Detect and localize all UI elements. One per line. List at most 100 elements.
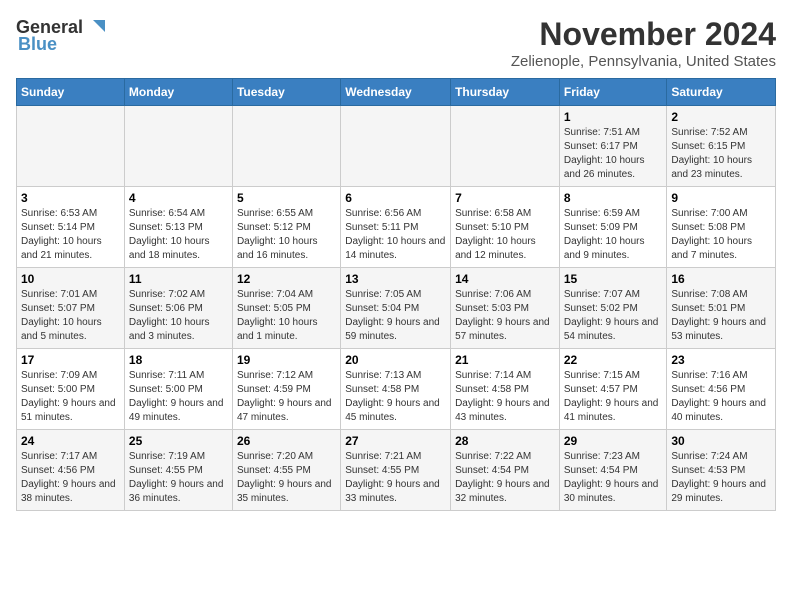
calendar-cell: 30Sunrise: 7:24 AM Sunset: 4:53 PM Dayli… (667, 430, 776, 511)
day-info: Sunrise: 7:21 AM Sunset: 4:55 PM Dayligh… (345, 450, 446, 506)
day-info: Sunrise: 7:11 AM Sunset: 5:00 PM Dayligh… (129, 369, 228, 425)
calendar-cell (232, 106, 340, 187)
day-info: Sunrise: 6:54 AM Sunset: 5:13 PM Dayligh… (129, 207, 228, 263)
calendar-cell (451, 106, 560, 187)
day-number: 1 (564, 110, 663, 124)
column-header-thursday: Thursday (451, 79, 560, 106)
day-info: Sunrise: 6:53 AM Sunset: 5:14 PM Dayligh… (21, 207, 120, 263)
day-number: 5 (237, 191, 336, 205)
day-number: 4 (129, 191, 228, 205)
calendar-table: SundayMondayTuesdayWednesdayThursdayFrid… (16, 78, 776, 511)
calendar-cell: 23 Sunrise: 7:16 AM Sunset: 4:56 PM Dayli… (667, 349, 776, 430)
day-info: Sunrise: 7:02 AM Sunset: 5:06 PM Dayligh… (129, 288, 228, 344)
calendar-cell: 26 Sunrise: 7:20 AM Sunset: 4:55 PM Dayli… (232, 430, 340, 511)
calendar-cell: 8Sunrise: 6:59 AM Sunset: 5:09 PM Daylig… (559, 187, 667, 268)
calendar-cell: 14 Sunrise: 7:06 AM Sunset: 5:03 PM Dayli… (451, 268, 560, 349)
calendar-week-row: 24Sunrise: 7:17 AM Sunset: 4:56 PM Dayli… (17, 430, 776, 511)
calendar-cell: 24Sunrise: 7:17 AM Sunset: 4:56 PM Dayli… (17, 430, 125, 511)
day-info: Sunrise: 7:06 AM Sunset: 5:03 PM Dayligh… (455, 288, 555, 344)
day-number: 2 (671, 110, 771, 124)
day-info: Sunrise: 7:19 AM Sunset: 4:55 PM Dayligh… (129, 450, 228, 506)
day-number: 11 (129, 272, 228, 286)
calendar-cell: 18 Sunrise: 7:11 AM Sunset: 5:00 PM Dayli… (124, 349, 232, 430)
day-info: Sunrise: 7:08 AM Sunset: 5:01 PM Dayligh… (671, 288, 771, 344)
calendar-cell: 27 Sunrise: 7:21 AM Sunset: 4:55 PM Dayli… (341, 430, 451, 511)
day-number: 27 (345, 434, 446, 448)
day-number: 23 (671, 353, 771, 367)
column-header-saturday: Saturday (667, 79, 776, 106)
page-header: General Blue November 2024 Zelienople, P… (16, 16, 776, 70)
location-text: Zelienople, Pennsylvania, United States (511, 53, 776, 70)
day-number: 3 (21, 191, 120, 205)
day-info: Sunrise: 7:16 AM Sunset: 4:56 PM Dayligh… (671, 369, 771, 425)
day-number: 26 (237, 434, 336, 448)
column-header-wednesday: Wednesday (341, 79, 451, 106)
day-info: Sunrise: 7:23 AM Sunset: 4:54 PM Dayligh… (564, 450, 663, 506)
calendar-cell: 4 Sunrise: 6:54 AM Sunset: 5:13 PM Daylig… (124, 187, 232, 268)
day-number: 7 (455, 191, 555, 205)
day-info: Sunrise: 7:05 AM Sunset: 5:04 PM Dayligh… (345, 288, 446, 344)
month-title: November 2024 (511, 16, 776, 53)
calendar-cell: 15Sunrise: 7:07 AM Sunset: 5:02 PM Dayli… (559, 268, 667, 349)
calendar-cell: 29 Sunrise: 7:23 AM Sunset: 4:54 PM Dayli… (559, 430, 667, 511)
day-info: Sunrise: 7:22 AM Sunset: 4:54 PM Dayligh… (455, 450, 555, 506)
column-header-monday: Monday (124, 79, 232, 106)
calendar-week-row: 3 Sunrise: 6:53 AM Sunset: 5:14 PM Daylig… (17, 187, 776, 268)
day-info: Sunrise: 7:12 AM Sunset: 4:59 PM Dayligh… (237, 369, 336, 425)
day-info: Sunrise: 7:24 AM Sunset: 4:53 PM Dayligh… (671, 450, 771, 506)
calendar-cell: 21 Sunrise: 7:14 AM Sunset: 4:58 PM Dayli… (451, 349, 560, 430)
day-info: Sunrise: 7:14 AM Sunset: 4:58 PM Dayligh… (455, 369, 555, 425)
logo-icon (85, 16, 107, 38)
day-info: Sunrise: 7:15 AM Sunset: 4:57 PM Dayligh… (564, 369, 663, 425)
day-info: Sunrise: 6:55 AM Sunset: 5:12 PM Dayligh… (237, 207, 336, 263)
logo-blue-text: Blue (16, 34, 57, 55)
calendar-cell: 19 Sunrise: 7:12 AM Sunset: 4:59 PM Dayli… (232, 349, 340, 430)
calendar-week-row: 1 Sunrise: 7:51 AM Sunset: 6:17 PM Daylig… (17, 106, 776, 187)
column-header-sunday: Sunday (17, 79, 125, 106)
day-number: 29 (564, 434, 663, 448)
day-number: 16 (671, 272, 771, 286)
day-number: 18 (129, 353, 228, 367)
calendar-cell: 7 Sunrise: 6:58 AM Sunset: 5:10 PM Daylig… (451, 187, 560, 268)
day-info: Sunrise: 7:52 AM Sunset: 6:15 PM Dayligh… (671, 126, 771, 182)
calendar-cell: 16 Sunrise: 7:08 AM Sunset: 5:01 PM Dayli… (667, 268, 776, 349)
calendar-week-row: 10 Sunrise: 7:01 AM Sunset: 5:07 PM Dayli… (17, 268, 776, 349)
day-number: 28 (455, 434, 555, 448)
calendar-cell: 9 Sunrise: 7:00 AM Sunset: 5:08 PM Daylig… (667, 187, 776, 268)
calendar-week-row: 17Sunrise: 7:09 AM Sunset: 5:00 PM Dayli… (17, 349, 776, 430)
day-number: 22 (564, 353, 663, 367)
calendar-cell (341, 106, 451, 187)
calendar-cell: 2 Sunrise: 7:52 AM Sunset: 6:15 PM Daylig… (667, 106, 776, 187)
day-number: 19 (237, 353, 336, 367)
calendar-cell: 5 Sunrise: 6:55 AM Sunset: 5:12 PM Daylig… (232, 187, 340, 268)
day-info: Sunrise: 6:58 AM Sunset: 5:10 PM Dayligh… (455, 207, 555, 263)
day-number: 10 (21, 272, 120, 286)
logo: General Blue (16, 16, 107, 55)
day-number: 13 (345, 272, 446, 286)
day-number: 20 (345, 353, 446, 367)
calendar-cell: 10 Sunrise: 7:01 AM Sunset: 5:07 PM Dayli… (17, 268, 125, 349)
day-number: 15 (564, 272, 663, 286)
day-info: Sunrise: 7:20 AM Sunset: 4:55 PM Dayligh… (237, 450, 336, 506)
calendar-cell (17, 106, 125, 187)
calendar-header-row: SundayMondayTuesdayWednesdayThursdayFrid… (17, 79, 776, 106)
day-number: 14 (455, 272, 555, 286)
calendar-cell: 20Sunrise: 7:13 AM Sunset: 4:58 PM Dayli… (341, 349, 451, 430)
column-header-tuesday: Tuesday (232, 79, 340, 106)
calendar-cell: 3 Sunrise: 6:53 AM Sunset: 5:14 PM Daylig… (17, 187, 125, 268)
day-number: 12 (237, 272, 336, 286)
day-number: 24 (21, 434, 120, 448)
calendar-cell: 28 Sunrise: 7:22 AM Sunset: 4:54 PM Dayli… (451, 430, 560, 511)
day-info: Sunrise: 6:56 AM Sunset: 5:11 PM Dayligh… (345, 207, 446, 263)
calendar-cell: 13 Sunrise: 7:05 AM Sunset: 5:04 PM Dayli… (341, 268, 451, 349)
day-info: Sunrise: 7:04 AM Sunset: 5:05 PM Dayligh… (237, 288, 336, 344)
day-number: 21 (455, 353, 555, 367)
day-info: Sunrise: 7:51 AM Sunset: 6:17 PM Dayligh… (564, 126, 663, 182)
day-info: Sunrise: 7:00 AM Sunset: 5:08 PM Dayligh… (671, 207, 771, 263)
day-info: Sunrise: 7:01 AM Sunset: 5:07 PM Dayligh… (21, 288, 120, 344)
calendar-cell: 25 Sunrise: 7:19 AM Sunset: 4:55 PM Dayli… (124, 430, 232, 511)
day-number: 25 (129, 434, 228, 448)
day-number: 9 (671, 191, 771, 205)
calendar-cell (124, 106, 232, 187)
calendar-cell: 1 Sunrise: 7:51 AM Sunset: 6:17 PM Daylig… (559, 106, 667, 187)
